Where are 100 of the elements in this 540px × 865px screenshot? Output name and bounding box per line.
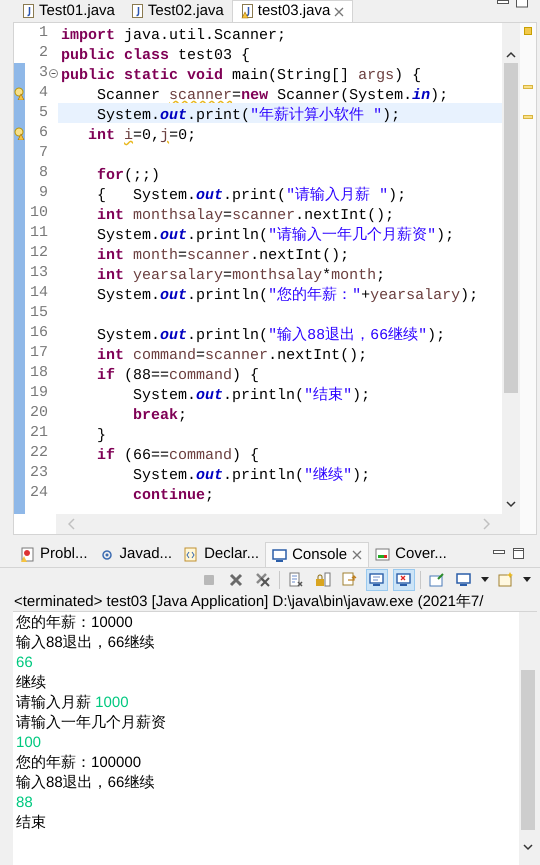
line-number: 15 bbox=[28, 303, 48, 323]
java-file-icon bbox=[130, 4, 144, 18]
editor-tab[interactable]: test03.java bbox=[232, 0, 354, 22]
scrollbar-thumb[interactable] bbox=[521, 670, 535, 830]
scrollbar-thumb[interactable] bbox=[504, 63, 518, 393]
new-console-icon bbox=[498, 572, 514, 588]
console-line: 结束 bbox=[16, 813, 46, 833]
panel-tab[interactable]: Javad... bbox=[94, 542, 178, 567]
line-number: 1 bbox=[38, 23, 48, 43]
line-number: 14 bbox=[28, 283, 48, 303]
code-line: continue; bbox=[132, 487, 214, 504]
line-number: 10 bbox=[28, 203, 48, 223]
word-wrap-icon bbox=[342, 572, 358, 588]
line-number: 3 bbox=[38, 63, 48, 83]
code-line: System.out.println("请输入一年几个月薪资"); bbox=[96, 227, 454, 244]
line-number: 5 bbox=[38, 103, 48, 123]
code-line: int command=scanner.nextInt(); bbox=[96, 347, 368, 364]
code-line: public static void main(String[] args) { bbox=[61, 67, 422, 84]
collapse-icon[interactable] bbox=[48, 68, 58, 78]
vertical-scrollbar[interactable] bbox=[519, 612, 537, 865]
monitor-icon bbox=[456, 572, 472, 588]
code-line: int monthsalay=scanner.nextInt(); bbox=[96, 207, 394, 224]
remove-icon bbox=[228, 572, 244, 588]
remove-all-icon bbox=[255, 572, 271, 588]
line-number: 24 bbox=[28, 483, 48, 503]
line-number: 22 bbox=[28, 443, 48, 463]
line-number: 6 bbox=[38, 123, 48, 143]
line-number: 23 bbox=[28, 463, 48, 483]
code-line: System.out.println("继续"); bbox=[132, 467, 370, 484]
code-line: System.out.println("输入88退出，66继续"); bbox=[96, 327, 446, 344]
console-line: 输入88退出，66继续 bbox=[16, 633, 154, 653]
minimize-icon[interactable] bbox=[497, 0, 509, 5]
code-line: System.out.println("结束"); bbox=[132, 387, 370, 404]
line-number: 8 bbox=[38, 163, 48, 183]
line-number: 9 bbox=[38, 183, 48, 203]
stop-icon bbox=[201, 572, 217, 588]
code-line: Scanner scanner=new Scanner(System.in); bbox=[96, 87, 448, 104]
code-line: { System.out.print("请输入月薪 "); bbox=[96, 187, 406, 204]
code-line: int i=0,j=0; bbox=[87, 127, 196, 144]
code-line: int month=scanner.nextInt(); bbox=[96, 247, 350, 264]
console-line: 请输入月薪 1000 bbox=[16, 693, 129, 713]
line-number: 13 bbox=[28, 263, 48, 283]
console-line: 您的年薪：100000 bbox=[16, 753, 142, 773]
code-line: System.out.println("您的年薪："+yearsalary); bbox=[96, 287, 478, 304]
monitor-icon bbox=[369, 572, 385, 588]
editor-tab[interactable]: Test02.java bbox=[122, 0, 232, 22]
code-line: if (66==command) { bbox=[96, 447, 260, 464]
console-line: 继续 bbox=[16, 673, 46, 693]
line-number: 2 bbox=[38, 43, 48, 63]
scroll-down-icon[interactable] bbox=[523, 844, 533, 851]
line-number: 11 bbox=[28, 223, 48, 243]
declaration-icon bbox=[184, 547, 200, 562]
monitor-icon bbox=[272, 548, 288, 562]
console-title: <terminated> test03 [Java Application] D:\java\bin\javaw.exe (2021年7/ bbox=[13, 592, 484, 611]
code-line: if (88==command) { bbox=[96, 367, 260, 384]
vertical-scrollbar[interactable] bbox=[502, 23, 520, 534]
code-line: break; bbox=[132, 407, 188, 424]
line-number: 17 bbox=[28, 343, 48, 363]
problems-icon bbox=[20, 547, 35, 562]
clear-console-icon bbox=[288, 572, 304, 588]
console-line: 输入88退出，66继续 bbox=[16, 773, 154, 793]
code-line: } bbox=[96, 427, 106, 444]
panel-tab[interactable]: Console bbox=[265, 542, 370, 567]
panel-tab[interactable]: Cover... bbox=[369, 542, 453, 567]
minimize-icon[interactable] bbox=[493, 550, 505, 555]
line-number: 20 bbox=[28, 403, 48, 423]
monitor-error-icon bbox=[396, 572, 412, 588]
lock-icon bbox=[315, 572, 331, 588]
line-number: 4 bbox=[38, 83, 48, 103]
maximize-icon[interactable] bbox=[516, 0, 528, 8]
editor-tab[interactable]: Test01.java bbox=[14, 0, 123, 22]
line-number: 19 bbox=[28, 383, 48, 403]
warning-bulb-icon[interactable] bbox=[14, 86, 25, 100]
panel-tab[interactable]: Declar... bbox=[178, 542, 266, 567]
console-line: 请输入一年几个月薪资 bbox=[16, 713, 166, 733]
warning-bulb-icon[interactable] bbox=[14, 126, 25, 140]
code-line: System.out.print("年薪计算小软件 "); bbox=[96, 107, 400, 124]
console-line: 66 bbox=[16, 653, 33, 673]
scroll-up-icon[interactable] bbox=[506, 51, 516, 58]
panel-tab[interactable]: Probl... bbox=[14, 542, 94, 567]
line-number: 21 bbox=[28, 423, 48, 443]
close-icon[interactable] bbox=[334, 6, 344, 16]
code-line: public class test03 { bbox=[61, 47, 250, 64]
code-line: import java.util.Scanner; bbox=[61, 27, 286, 44]
toolbar-button[interactable] bbox=[366, 569, 388, 591]
java-file-icon bbox=[22, 4, 35, 18]
scroll-down-icon[interactable] bbox=[506, 501, 516, 508]
console-line: 您的年薪：10000 bbox=[16, 613, 133, 633]
coverage-icon bbox=[375, 547, 390, 562]
toolbar-button[interactable] bbox=[393, 569, 415, 591]
close-icon[interactable] bbox=[352, 550, 362, 560]
console-line: 100 bbox=[16, 733, 42, 753]
line-number: 16 bbox=[28, 323, 48, 343]
maximize-icon[interactable] bbox=[513, 548, 524, 559]
code-line: for(;;) bbox=[96, 167, 160, 184]
line-number: 12 bbox=[28, 243, 48, 263]
console-line: 88 bbox=[16, 793, 33, 813]
line-number: 18 bbox=[28, 363, 48, 383]
line-number: 7 bbox=[38, 143, 48, 163]
pin-icon bbox=[429, 572, 445, 588]
